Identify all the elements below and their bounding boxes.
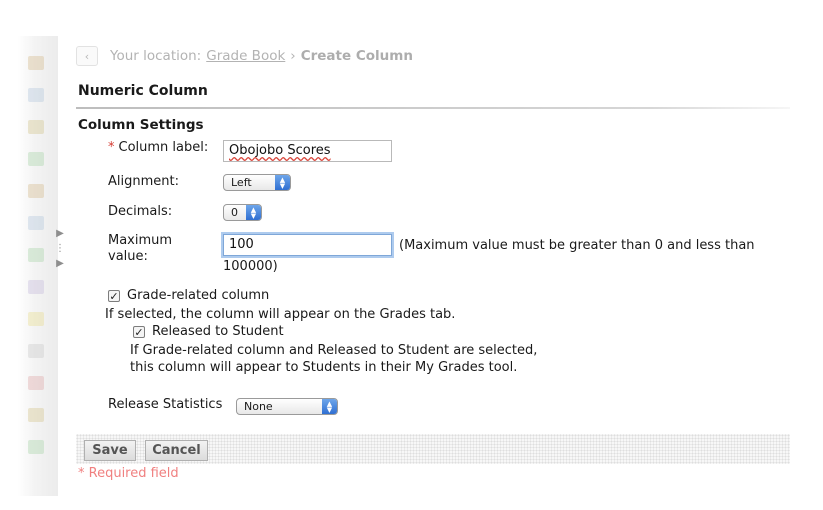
sidebar-strip	[18, 36, 58, 496]
checkmark-icon: ✓	[134, 325, 144, 339]
nav-icon[interactable]	[28, 408, 44, 422]
column-label-text: Column label:	[118, 140, 209, 155]
cancel-button[interactable]: Cancel	[145, 440, 208, 461]
breadcrumb: ‹ Your location: Grade Book › Create Col…	[76, 46, 413, 66]
column-label-input[interactable]: Obojobo Scores	[223, 140, 392, 162]
breadcrumb-link-grade-book[interactable]: Grade Book	[206, 48, 285, 64]
nav-icon[interactable]	[28, 248, 44, 262]
nav-icon[interactable]	[28, 56, 44, 70]
nav-icon[interactable]	[28, 120, 44, 134]
released-help-line2: this column will appear to Students in t…	[130, 360, 518, 375]
max-value-hint-line2: 100000)	[223, 259, 278, 274]
chevron-left-icon: ‹	[84, 49, 90, 63]
alignment-label: Alignment:	[108, 174, 179, 189]
save-button[interactable]: Save	[84, 440, 136, 461]
decimals-value: 0	[231, 206, 238, 219]
nav-icon[interactable]	[28, 440, 44, 454]
nav-icon[interactable]	[28, 184, 44, 198]
decimals-label: Decimals:	[108, 204, 173, 219]
max-value-label: Maximum value:	[108, 233, 172, 265]
release-statistics-label: Release Statistics	[108, 397, 223, 412]
nav-icon[interactable]	[28, 216, 44, 230]
main-content: ‹ Your location: Grade Book › Create Col…	[68, 36, 808, 496]
max-value-hint-line1: (Maximum value must be greater than 0 an…	[399, 238, 755, 253]
nav-icon[interactable]	[28, 88, 44, 102]
checkmark-icon: ✓	[109, 289, 119, 303]
max-value-label-line1: Maximum	[108, 233, 173, 248]
max-value-value: 100	[229, 237, 254, 252]
grade-related-checkbox[interactable]: ✓	[108, 290, 120, 302]
nav-icon[interactable]	[28, 280, 44, 294]
column-label-label: * Column label:	[108, 140, 208, 155]
decimals-select[interactable]: 0 ▲ ▼	[223, 204, 262, 221]
required-field-note: * Required field	[78, 466, 179, 481]
arrow-right-icon: ▶	[56, 258, 64, 269]
released-to-student-label: Released to Student	[152, 324, 284, 339]
drag-handle-icon: ⋮	[55, 243, 65, 254]
max-value-label-line2: value:	[108, 249, 148, 264]
select-arrows-icon: ▲ ▼	[246, 205, 261, 220]
section-title: Column Settings	[78, 117, 204, 133]
released-help-line1: If Grade-related column and Released to …	[130, 343, 538, 358]
release-statistics-value: None	[244, 400, 273, 413]
back-button[interactable]: ‹	[76, 46, 98, 66]
release-statistics-select[interactable]: None ▲ ▼	[236, 398, 338, 415]
arrow-right-icon: ▶	[56, 228, 64, 239]
title-divider	[76, 107, 790, 109]
nav-icon[interactable]	[28, 376, 44, 390]
sidebar-collapse-handle[interactable]: ▶ ⋮ ▶	[55, 226, 65, 286]
select-arrows-icon: ▲ ▼	[322, 399, 337, 414]
released-to-student-checkbox[interactable]: ✓	[133, 326, 145, 338]
breadcrumb-current: Create Column	[300, 48, 413, 64]
page-title: Numeric Column	[78, 83, 208, 99]
grade-related-help: If selected, the column will appear on t…	[105, 307, 456, 322]
nav-icon[interactable]	[28, 312, 44, 326]
alignment-value: Left	[231, 176, 252, 189]
select-arrows-icon: ▲ ▼	[275, 175, 290, 190]
max-value-input[interactable]: 100	[223, 234, 392, 256]
required-star: *	[108, 140, 115, 155]
nav-icon[interactable]	[28, 152, 44, 166]
breadcrumb-prefix: Your location:	[110, 48, 202, 64]
breadcrumb-separator: ›	[290, 48, 296, 64]
alignment-select[interactable]: Left ▲ ▼	[223, 174, 291, 191]
column-label-value: Obojobo Scores	[229, 143, 331, 158]
nav-icon[interactable]	[28, 344, 44, 358]
grade-related-label: Grade-related column	[127, 288, 270, 303]
